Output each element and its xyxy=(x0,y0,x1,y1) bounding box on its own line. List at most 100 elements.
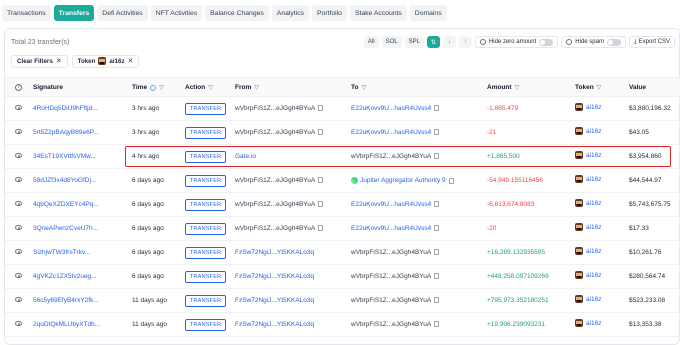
tab-balance-changes[interactable]: Balance Changes xyxy=(205,5,269,21)
eye-icon[interactable] xyxy=(15,297,22,302)
close-icon[interactable]: ✕ xyxy=(128,57,134,65)
token-link[interactable]: ai16z xyxy=(575,199,602,207)
token-link[interactable]: ai16z xyxy=(575,247,602,255)
token-filter-chip[interactable]: Token ai16z ✕ xyxy=(71,54,140,68)
from-address[interactable]: FzSw72NgiJ...Yt5KKALo3q xyxy=(235,297,314,304)
filter-icon[interactable]: ▽ xyxy=(159,84,164,91)
signature-link[interactable]: 4RoHDq5DiU9hFftjd... xyxy=(33,105,98,112)
clock-icon[interactable] xyxy=(150,84,157,91)
table-row[interactable]: 4gVKZc1ZX5tv2ueg... 6 days ago TRANSFER FzS… xyxy=(5,265,680,289)
hide-zero-toggle[interactable]: Hide zero amount xyxy=(474,36,559,48)
signature-link[interactable]: 3QneAPwnzCveU7h... xyxy=(33,225,98,232)
signature-link[interactable]: SizhjwTW3frsTrkv... xyxy=(33,249,90,256)
filter-spl-button[interactable]: SPL xyxy=(404,36,424,48)
copy-icon[interactable] xyxy=(434,105,440,112)
table-row[interactable]: 2qoDtQkMLUbyXTdh... 11 days ago TRANSFER Fz… xyxy=(5,313,680,337)
token-link[interactable]: ai16z xyxy=(575,271,602,279)
signature-link[interactable]: 5rt5Z2pBAqyB69e6P... xyxy=(33,129,99,136)
sort-asc-icon[interactable]: ↑ xyxy=(458,36,472,48)
tab-nft-activities[interactable]: NFT Activities xyxy=(150,5,203,21)
copy-icon[interactable] xyxy=(434,153,440,160)
to-address[interactable]: E22uKovv9U...hasR4Uvss4 xyxy=(351,225,440,232)
copy-icon[interactable] xyxy=(318,129,324,136)
table-row[interactable]: 34EsT19XVttfsVMw... 4 hrs ago TRANSFER Gate… xyxy=(5,145,680,169)
filter-icon[interactable]: ▽ xyxy=(254,84,259,91)
signature-link[interactable]: 4gVKZc1ZX5tv2ueg... xyxy=(33,273,97,280)
filter-icon[interactable]: ▽ xyxy=(361,84,366,91)
table-row[interactable]: 4RoHDq5DiU9hFftjd... 3 hrs ago TRANSFER wVb… xyxy=(5,97,680,121)
eye-icon[interactable] xyxy=(15,249,22,254)
copy-icon[interactable] xyxy=(318,225,324,232)
tab-analytics[interactable]: Analytics xyxy=(271,5,309,21)
from-address[interactable]: wVbrpFiS1Z...eJGgh4BYuA xyxy=(235,201,324,208)
to-address[interactable]: Jupiter Aggregator Authority 9 xyxy=(351,177,454,184)
tab-defi-activities[interactable]: Defi Activities xyxy=(97,5,148,21)
token-link[interactable]: ai16z xyxy=(575,175,602,183)
copy-icon[interactable] xyxy=(434,297,440,304)
signature-link[interactable]: 56c5y69EfyB4rxY2fk... xyxy=(33,297,99,304)
to-address[interactable]: wVbrpFiS1Z...eJGgh4BYuA xyxy=(351,321,440,328)
from-address[interactable]: wVbrpFiS1Z...eJGgh4BYuA xyxy=(235,225,324,232)
tab-transfers[interactable]: Transfers xyxy=(53,5,95,21)
signature-link[interactable]: 34EsT19XVttfsVMw... xyxy=(33,153,96,160)
filter-sol-button[interactable]: SOL xyxy=(381,36,402,48)
tab-stake-accounts[interactable]: Stake Accounts xyxy=(349,5,407,21)
token-link[interactable]: ai16z xyxy=(575,223,602,231)
to-address[interactable]: E22uKovv9U...hasR4Uvss4 xyxy=(351,129,440,136)
to-address[interactable]: wVbrpFiS1Z...eJGgh4BYuA xyxy=(351,297,440,304)
info-icon[interactable]: ? xyxy=(15,84,22,91)
signature-link[interactable]: 58dJZf3x4d8YoGfDj... xyxy=(33,177,96,184)
close-icon[interactable]: ✕ xyxy=(56,57,62,65)
eye-icon[interactable] xyxy=(15,129,22,134)
copy-icon[interactable] xyxy=(318,177,324,184)
eye-icon[interactable] xyxy=(15,177,22,182)
tab-domains[interactable]: Domains xyxy=(409,5,447,21)
to-address[interactable]: wVbrpFiS1Z...eJGgh4BYuA xyxy=(351,153,440,160)
signature-link[interactable]: 4qbQeXZDXEYc4Pq... xyxy=(33,201,99,208)
table-row[interactable]: 4qbQeXZDXEYc4Pq... 6 days ago TRANSFER wVbr… xyxy=(5,193,680,217)
tab-transactions[interactable]: Transactions xyxy=(2,5,51,21)
from-address[interactable]: FzSw72NgiJ...Yt5KKALo3q xyxy=(235,273,314,280)
from-address[interactable]: wVbrpFiS1Z...eJGgh4BYuA xyxy=(235,105,324,112)
from-address[interactable]: FzSw72NgiJ...Yt5KKALo3q xyxy=(235,249,314,256)
to-address[interactable]: wVbrpFiS1Z...eJGgh4BYuA xyxy=(351,249,440,256)
to-address[interactable]: E22uKovv9U...hasR4Uvss4 xyxy=(351,201,440,208)
copy-icon[interactable] xyxy=(318,105,324,112)
copy-icon[interactable] xyxy=(434,321,440,328)
eye-icon[interactable] xyxy=(15,201,22,206)
filter-icon[interactable]: ▽ xyxy=(515,84,520,91)
to-address[interactable]: E22uKovv9U...hasR4Uvss4 xyxy=(351,105,440,112)
copy-icon[interactable] xyxy=(434,129,440,136)
table-row[interactable]: 56c5y69EfyB4rxY2fk... 11 days ago TRANSFER… xyxy=(5,289,680,313)
to-address[interactable]: wVbrpFiS1Z...eJGgh4BYuA xyxy=(351,273,440,280)
from-address[interactable]: Gate.io xyxy=(235,153,256,160)
copy-icon[interactable] xyxy=(434,225,440,232)
clear-filters-button[interactable]: Clear Filters ✕ xyxy=(11,54,68,68)
signature-link[interactable]: 2qoDtQkMLUbyXTdh... xyxy=(33,321,100,328)
sort-desc-icon[interactable]: ↓ xyxy=(442,36,456,48)
eye-icon[interactable] xyxy=(15,225,22,230)
eye-icon[interactable] xyxy=(15,153,22,158)
table-row[interactable]: 58dJZf3x4d8YoGfDj... 6 days ago TRANSFER wV… xyxy=(5,169,680,193)
table-row[interactable]: 3QneAPwnzCveU7h... 6 days ago TRANSFER wVbr… xyxy=(5,217,680,241)
hide-zero-switch[interactable] xyxy=(539,38,554,46)
token-link[interactable]: ai16z xyxy=(575,295,602,303)
copy-icon[interactable] xyxy=(434,273,440,280)
copy-icon[interactable] xyxy=(434,201,440,208)
copy-icon[interactable] xyxy=(434,249,440,256)
token-link[interactable]: ai16z xyxy=(575,127,602,135)
hide-spam-switch[interactable] xyxy=(606,38,621,46)
from-address[interactable]: wVbrpFiS1Z...eJGgh4BYuA xyxy=(235,177,324,184)
copy-icon[interactable] xyxy=(318,201,324,208)
filter-icon[interactable]: ▽ xyxy=(597,84,602,91)
filter-all-button[interactable]: All xyxy=(363,36,379,48)
token-link[interactable]: ai16z xyxy=(575,319,602,327)
eye-icon[interactable] xyxy=(15,273,22,278)
export-csv-button[interactable]: ⤓ Export CSV xyxy=(628,36,675,48)
eye-icon[interactable] xyxy=(15,105,22,110)
copy-icon[interactable] xyxy=(448,177,454,184)
token-link[interactable]: ai16z xyxy=(575,151,602,159)
table-row[interactable]: 5rt5Z2pBAqyB69e6P... 3 hrs ago TRANSFER wVb… xyxy=(5,121,680,145)
table-row[interactable]: SizhjwTW3frsTrkv... 6 days ago TRANSFER FzS… xyxy=(5,241,680,265)
from-address[interactable]: wVbrpFiS1Z...eJGgh4BYuA xyxy=(235,129,324,136)
